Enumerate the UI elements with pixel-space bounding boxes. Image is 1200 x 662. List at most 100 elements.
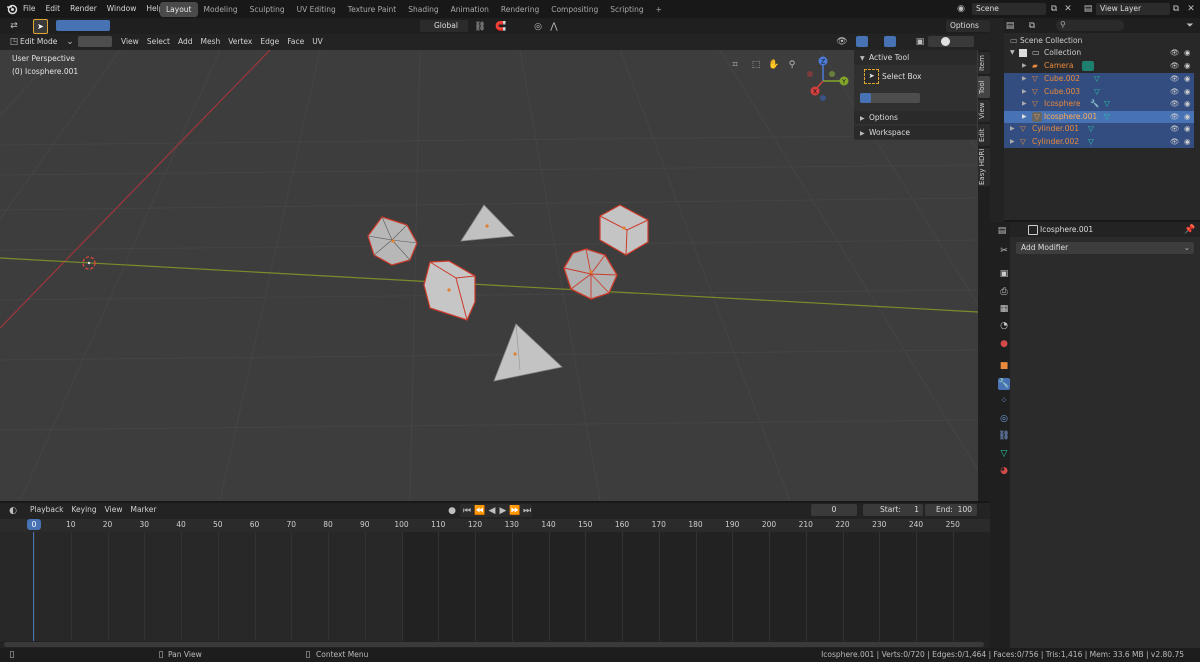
camera-render-icon[interactable]: ◉ — [1184, 86, 1191, 99]
next-keyframe-icon[interactable]: ⏩ — [509, 505, 521, 517]
camera-render-icon[interactable]: ◉ — [1184, 60, 1191, 73]
eye-icon[interactable]: 👁 — [1170, 136, 1180, 149]
timeline-scrollbar[interactable] — [4, 642, 984, 647]
tab-item[interactable]: Item — [978, 52, 990, 74]
physics-icon[interactable]: ◎ — [998, 413, 1010, 425]
eye-icon[interactable]: 👁 — [1170, 60, 1180, 73]
move-view-icon[interactable]: ⬚ — [750, 59, 762, 71]
overlay-toggle-icon[interactable] — [884, 36, 896, 47]
render-properties-icon[interactable]: ▣ — [998, 268, 1010, 280]
blender-logo-icon[interactable] — [6, 3, 18, 15]
outliner-item-icosphere-001[interactable]: ▶ ▽ Icosphere.001 ▽ 👁 ◉ — [1004, 110, 1194, 124]
tab-scripting[interactable]: Scripting — [604, 2, 649, 17]
tool-select-icon[interactable]: ➤ — [33, 19, 48, 34]
tab-view[interactable]: View — [978, 100, 990, 122]
editor-type-icon[interactable]: ⇄ — [8, 20, 20, 32]
menu-vertex[interactable]: Vertex — [224, 35, 256, 49]
view-layer-properties-icon[interactable]: ▦ — [998, 303, 1010, 315]
eye-icon[interactable]: 👁 — [1170, 47, 1180, 60]
proportional-edit-icon[interactable]: ◎ — [532, 21, 544, 33]
view-layer-field[interactable]: View Layer — [1096, 3, 1170, 15]
remove-view-layer-icon[interactable]: ✕ — [1185, 3, 1197, 15]
end-frame-field[interactable]: End: 100 — [925, 504, 977, 516]
display-mode-icon[interactable]: ⧉ — [1026, 20, 1038, 32]
particles-icon[interactable]: ⁘ — [998, 395, 1010, 407]
menu-playback[interactable]: Playback — [26, 503, 67, 517]
tab-rendering[interactable]: Rendering — [495, 2, 545, 17]
camera-render-icon[interactable]: ◉ — [1184, 111, 1191, 124]
camera-render-icon[interactable]: ◉ — [1184, 123, 1191, 136]
menu-timeline-view[interactable]: View — [101, 503, 127, 517]
gizmo-toggle-icon[interactable] — [856, 36, 868, 47]
modifier-properties-icon[interactable]: 🔧 — [998, 378, 1010, 390]
checkbox-icon[interactable] — [1019, 49, 1027, 57]
tab-sculpting[interactable]: Sculpting — [244, 2, 291, 17]
outliner-collection[interactable]: ▼ ▭ Collection 👁 ◉ — [1004, 47, 1194, 60]
start-frame-field[interactable]: Start: 1 — [863, 504, 923, 516]
outliner-item-cube-002[interactable]: ▶ ▽ Cube.002 ▽ 👁 ◉ — [1004, 73, 1194, 86]
menu-window[interactable]: Window — [102, 0, 142, 18]
jump-end-icon[interactable]: ⏭ — [521, 505, 533, 517]
camera-view-icon[interactable]: ⌗ — [729, 59, 741, 71]
pan-hand-icon[interactable]: ✋ — [768, 59, 780, 71]
outliner-item-camera[interactable]: ▶ ▰ Camera 👁 ◉ — [1004, 60, 1194, 73]
pin-icon[interactable]: 📌 — [1184, 224, 1196, 236]
tool-settings-icon[interactable]: ✂ — [998, 245, 1010, 257]
tab-easy-hdri[interactable]: Easy HDRI — [978, 148, 990, 186]
navigation-gizmo[interactable]: Z Y X — [806, 54, 850, 104]
menu-mesh[interactable]: Mesh — [196, 35, 224, 49]
snap-icon[interactable]: 🧲 — [495, 21, 507, 33]
tab-animation[interactable]: Animation — [445, 2, 495, 17]
tab-tool[interactable]: Tool — [978, 76, 990, 98]
remove-scene-icon[interactable]: ✕ — [1062, 3, 1074, 15]
xray-icon[interactable]: ▣ — [914, 36, 926, 48]
menu-edit[interactable]: Edit — [41, 0, 66, 18]
scene-icon[interactable]: ◉ — [955, 3, 967, 15]
timeline-ruler[interactable]: 0 10 20 30 40 50 60 70 80 90 100 110 120 130 140 150 160… — [0, 519, 990, 532]
outliner-item-cylinder-001[interactable]: ▶ ▽ Cylinder.001 ▽ 👁 ◉ — [1004, 123, 1194, 136]
select-mode-new[interactable] — [860, 93, 871, 103]
world-properties-icon[interactable]: ● — [998, 338, 1010, 350]
tab-texture-paint[interactable]: Texture Paint — [342, 2, 402, 17]
camera-render-icon[interactable]: ◉ — [1184, 136, 1191, 149]
object-properties-icon[interactable]: ■ — [998, 360, 1010, 372]
menu-marker[interactable]: Marker — [126, 503, 160, 517]
menu-keying[interactable]: Keying — [67, 503, 100, 517]
constraints-icon[interactable]: ⛓ — [998, 430, 1010, 442]
falloff-icon[interactable]: ⋀ — [548, 21, 560, 33]
tab-edit[interactable]: Edit — [978, 124, 990, 146]
record-icon[interactable]: ● — [446, 505, 458, 517]
menu-face[interactable]: Face — [283, 35, 308, 49]
pivot-point-icon[interactable]: ⛓ — [474, 21, 486, 33]
edit-mode-icon[interactable]: ◳ — [8, 36, 20, 48]
eye-icon[interactable]: 👁 — [1170, 73, 1180, 86]
menu-uv[interactable]: UV — [308, 35, 327, 49]
scene-properties-icon[interactable]: ◔ — [998, 320, 1010, 332]
eye-icon[interactable]: 👁 — [1170, 123, 1180, 136]
visibility-icon[interactable]: 👁 — [836, 36, 848, 48]
tab-uv-editing[interactable]: UV Editing — [291, 2, 342, 17]
menu-select[interactable]: Select — [143, 35, 174, 49]
active-tool-header[interactable]: ▼ Active Tool — [854, 50, 977, 65]
element-mode-icons[interactable] — [78, 36, 112, 47]
outliner-item-cylinder-002[interactable]: ▶ ▽ Cylinder.002 ▽ 👁 ◉ — [1004, 135, 1194, 149]
new-view-layer-icon[interactable]: ⧉ — [1170, 3, 1182, 15]
eye-icon[interactable]: 👁 — [1170, 111, 1180, 124]
outliner-scene-collection[interactable]: ▭ Scene Collection — [1004, 35, 1194, 48]
mode-chevron-down-icon[interactable]: ⌄ — [64, 36, 76, 48]
tab-shading[interactable]: Shading — [402, 2, 444, 17]
outliner-editor-icon[interactable]: ▤ — [1004, 20, 1016, 32]
solid-shading-icon[interactable] — [941, 37, 950, 46]
prev-keyframe-icon[interactable]: ⏪ — [474, 505, 486, 517]
menu-file[interactable]: File — [18, 0, 41, 18]
outliner-search-input[interactable]: ⚲ — [1056, 20, 1124, 31]
outliner-item-icosphere[interactable]: ▶ ▽ Icosphere 🔧 ▽ 👁 ◉ — [1004, 98, 1194, 111]
view-layer-icon[interactable]: ▤ — [1082, 3, 1094, 15]
timeline-editor-icon[interactable]: ◐ — [7, 505, 19, 517]
tab-modeling[interactable]: Modeling — [198, 2, 244, 17]
material-properties-icon[interactable]: ◕ — [998, 465, 1010, 477]
eye-icon[interactable]: 👁 — [1170, 86, 1180, 99]
outliner-item-cube-003[interactable]: ▶ ▽ Cube.003 ▽ 👁 ◉ — [1004, 85, 1194, 99]
eye-icon[interactable]: 👁 — [1170, 98, 1180, 111]
options-section[interactable]: ▶ Options — [854, 111, 977, 124]
